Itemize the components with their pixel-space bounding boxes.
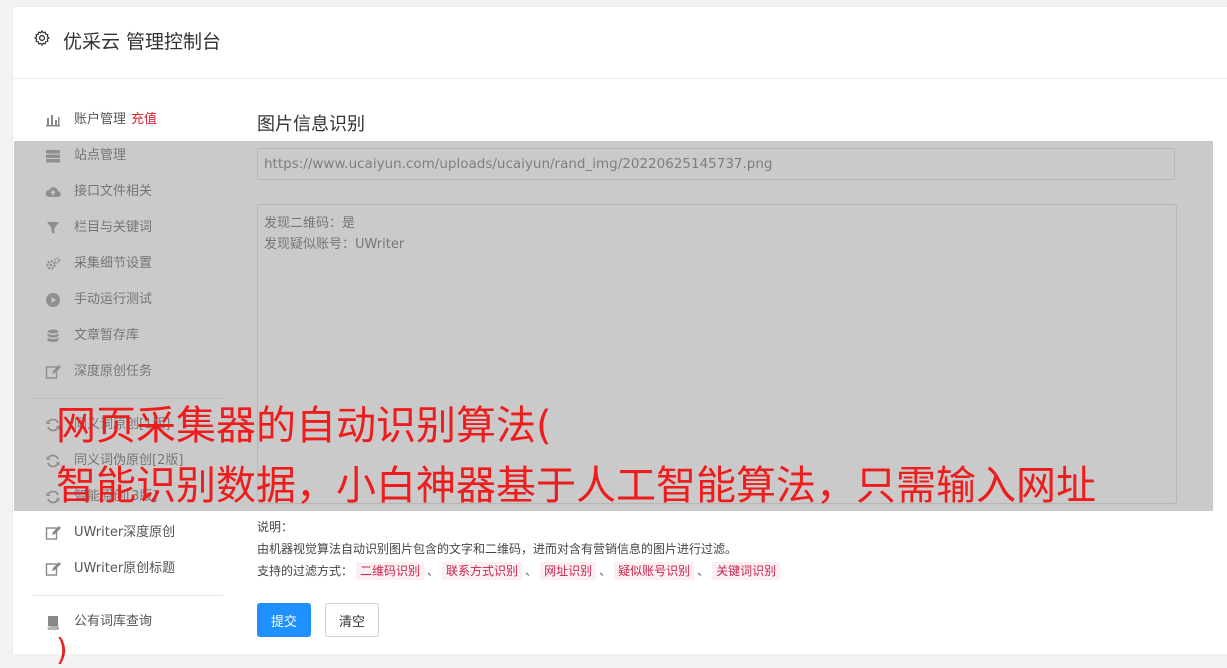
sidebar-item-manual-test[interactable]: 手动运行测试 <box>33 282 223 318</box>
gear-icon <box>34 30 50 46</box>
recharge-link[interactable]: 充值 <box>131 110 157 130</box>
sidebar-item-label: 同义词伪原创[2版] <box>74 453 184 468</box>
image-url-input[interactable] <box>257 148 1175 180</box>
sidebar-item-label: 采集细节设置 <box>74 256 153 271</box>
sidebar-item-smart-original-v3[interactable]: 智能原创[3版] <box>33 479 223 515</box>
sidebar-item-uwriter-title[interactable]: UWriter原创标题 <box>33 551 223 587</box>
sidebar-divider <box>33 595 223 596</box>
sidebar-item-label: 同义词原创[1版] <box>74 417 171 432</box>
refresh-icon <box>45 417 61 433</box>
sidebar-item-synonym-v1[interactable]: 同义词原创[1版] <box>33 407 223 443</box>
filter-separator: 、 <box>599 564 612 578</box>
page-title: 优采云 管理控制台 <box>63 31 222 53</box>
notes-description: 由机器视觉算法自动识别图片包含的文字和二维码，进而对含有营销信息的图片进行过滤。 <box>257 542 738 556</box>
filter-separator: 、 <box>697 564 710 578</box>
notes-section: 说明： 由机器视觉算法自动识别图片包含的文字和二维码，进而对含有营销信息的图片进… <box>257 516 783 582</box>
filter-tag: 网址识别 <box>540 562 597 580</box>
result-line: 发现二维码：是 <box>264 216 356 231</box>
filter-prefix: 支持的过滤方式： <box>257 564 354 578</box>
edit-icon <box>45 364 61 380</box>
result-textarea[interactable]: 发现二维码：是 发现疑似账号：UWriter <box>257 204 1177 504</box>
header: 优采云 管理控制台 <box>13 7 1227 79</box>
play-circle-icon <box>45 292 61 308</box>
filter-methods: 支持的过滤方式： 二维码识别、联系方式识别、网址识别、疑似账号识别、关键词识别 <box>257 560 783 582</box>
sidebar-item-columns-keywords[interactable]: 栏目与关键词 <box>33 210 223 246</box>
sidebar-item-label: 深度原创任务 <box>74 364 153 379</box>
bar-chart-icon <box>45 112 61 128</box>
sidebar-nav: 账户管理 充值 站点管理 接口文件相关 栏目与关键词 采集细节设置 手动运行测试… <box>33 102 223 640</box>
overlay-caption-line3: ) <box>56 633 68 668</box>
filter-tag: 联系方式识别 <box>442 562 523 580</box>
clear-button[interactable]: 清空 <box>325 603 379 637</box>
sidebar-item-label: 账户管理 <box>74 112 127 127</box>
filter-icon <box>45 220 61 236</box>
sidebar-item-label: 公有词库查询 <box>74 614 153 629</box>
sidebar-divider <box>33 398 223 399</box>
filter-separator: 、 <box>525 564 538 578</box>
sidebar-item-uwriter-deep[interactable]: UWriter深度原创 <box>33 515 223 551</box>
refresh-icon <box>45 453 61 469</box>
sidebar-item-synonym-v2[interactable]: 同义词伪原创[2版] <box>33 443 223 479</box>
sidebar-item-label: 智能原创[3版] <box>74 489 158 504</box>
sidebar-item-label: 文章暂存库 <box>74 328 140 343</box>
sidebar-item-interface-files[interactable]: 接口文件相关 <box>33 174 223 210</box>
database-icon <box>45 328 61 344</box>
refresh-icon <box>45 489 61 505</box>
filter-tag: 疑似账号识别 <box>614 562 695 580</box>
submit-button[interactable]: 提交 <box>257 603 311 637</box>
filter-separator: 、 <box>427 564 440 578</box>
sidebar-item-label: 手动运行测试 <box>74 292 153 307</box>
result-line: 发现疑似账号：UWriter <box>264 237 405 252</box>
book-icon <box>45 614 61 630</box>
sidebar-item-label: UWriter原创标题 <box>74 561 176 576</box>
sidebar-item-label: 接口文件相关 <box>74 184 153 199</box>
gears-icon <box>45 256 61 272</box>
edit-icon <box>45 561 61 577</box>
sidebar-item-account[interactable]: 账户管理 充值 <box>33 102 223 138</box>
edit-icon <box>45 525 61 541</box>
sidebar-item-label: UWriter深度原创 <box>74 525 176 540</box>
section-title: 图片信息识别 <box>257 114 365 135</box>
sidebar-item-sites[interactable]: 站点管理 <box>33 138 223 174</box>
filter-tag: 二维码识别 <box>356 562 425 580</box>
server-icon <box>45 148 61 164</box>
sidebar-item-label: 站点管理 <box>74 148 127 163</box>
notes-title: 说明： <box>257 520 294 534</box>
sidebar-item-deep-original-task[interactable]: 深度原创任务 <box>33 354 223 390</box>
sidebar-item-label: 栏目与关键词 <box>74 220 153 235</box>
sidebar-item-collect-settings[interactable]: 采集细节设置 <box>33 246 223 282</box>
filter-tag: 关键词识别 <box>712 562 781 580</box>
sidebar-item-article-storage[interactable]: 文章暂存库 <box>33 318 223 354</box>
console-card: 优采云 管理控制台 账户管理 充值 站点管理 接口文件相关 栏目与关键词 采集细… <box>12 6 1227 654</box>
cloud-upload-icon <box>45 184 61 200</box>
